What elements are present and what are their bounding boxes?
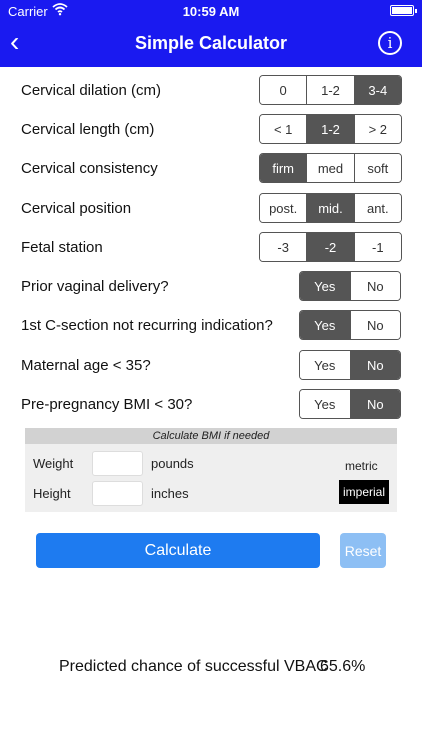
segment-option[interactable]: soft bbox=[353, 154, 401, 182]
bmi-header: Calculate BMI if needed bbox=[25, 428, 397, 444]
page-title: Simple Calculator bbox=[134, 33, 288, 53]
result-label: Predicted chance of successful VBAC bbox=[59, 658, 328, 675]
segment-option[interactable]: post. bbox=[260, 194, 307, 222]
segment-option[interactable]: med bbox=[306, 154, 354, 182]
field-label: Cervical length (cm) bbox=[21, 121, 155, 138]
field-row: Cervical dilation (cm) 0 1-2 3-4 bbox=[0, 75, 422, 105]
field-label: Cervical position bbox=[21, 200, 132, 217]
segment-option[interactable]: -1 bbox=[353, 233, 401, 261]
field-label: Cervical consistency bbox=[21, 160, 158, 177]
weight-label: Weight bbox=[33, 456, 74, 471]
clock-label: 10:59 AM bbox=[182, 4, 240, 19]
field-row: 1st C-section not recurring indication? Y… bbox=[0, 310, 422, 340]
segment-option[interactable]: 3-4 bbox=[353, 76, 401, 104]
segment-option[interactable]: No bbox=[349, 311, 400, 339]
segment-option[interactable]: Yes bbox=[300, 390, 350, 418]
reset-button[interactable]: Reset bbox=[340, 533, 386, 568]
segment-option[interactable]: No bbox=[349, 390, 400, 418]
battery-icon bbox=[390, 5, 417, 16]
segment-option[interactable]: -2 bbox=[306, 233, 354, 261]
field-label: Cervical dilation (cm) bbox=[21, 82, 162, 99]
field-row: Maternal age < 35? Yes No bbox=[0, 350, 422, 380]
field-row: Cervical consistency firm med soft bbox=[0, 153, 422, 183]
segment-option[interactable]: No bbox=[349, 351, 400, 379]
field-row: Cervical length (cm) < 1 1-2 > 2 bbox=[0, 114, 422, 144]
segmented-control: Yes No bbox=[299, 271, 401, 301]
field-row: Prior vaginal delivery? Yes No bbox=[0, 271, 422, 301]
segment-option[interactable]: 0 bbox=[260, 76, 307, 104]
field-label: Prior vaginal delivery? bbox=[21, 278, 169, 295]
weight-input[interactable] bbox=[92, 451, 143, 476]
segment-option[interactable]: -3 bbox=[260, 233, 307, 261]
segmented-control: 0 1-2 3-4 bbox=[259, 75, 402, 105]
navigation-bar: Carrier 10:59 AM ‹ Simple Calculator i bbox=[0, 0, 422, 67]
segmented-control: post. mid. ant. bbox=[259, 193, 402, 223]
result-value: 65.6% bbox=[320, 658, 366, 675]
segment-option[interactable]: No bbox=[349, 272, 400, 300]
imperial-toggle[interactable]: imperial bbox=[339, 480, 389, 504]
calculate-button[interactable]: Calculate bbox=[36, 533, 320, 568]
segment-option[interactable]: firm bbox=[260, 154, 307, 182]
segment-option[interactable]: Yes bbox=[300, 311, 350, 339]
segmented-control: Yes No bbox=[299, 389, 401, 419]
field-label: Pre-pregnancy BMI < 30? bbox=[21, 396, 193, 413]
field-label: Fetal station bbox=[21, 239, 103, 256]
segmented-control: Yes No bbox=[299, 310, 401, 340]
segmented-control: Yes No bbox=[299, 350, 401, 380]
weight-unit-label: pounds bbox=[151, 456, 194, 471]
field-row: Pre-pregnancy BMI < 30? Yes No bbox=[0, 389, 422, 419]
status-bar: Carrier 10:59 AM bbox=[0, 0, 422, 22]
segmented-control: < 1 1-2 > 2 bbox=[259, 114, 402, 144]
height-unit-label: inches bbox=[151, 486, 189, 501]
field-label: 1st C-section not recurring indication? bbox=[21, 317, 273, 334]
segment-option[interactable]: < 1 bbox=[260, 115, 307, 143]
metric-toggle[interactable]: metric bbox=[345, 459, 378, 473]
segment-option[interactable]: > 2 bbox=[353, 115, 401, 143]
result-row: Predicted chance of successful VBAC 65.6… bbox=[0, 658, 422, 678]
segment-option[interactable]: Yes bbox=[300, 272, 350, 300]
field-row: Cervical position post. mid. ant. bbox=[0, 193, 422, 223]
segmented-control: firm med soft bbox=[259, 153, 402, 183]
field-row: Fetal station -3 -2 -1 bbox=[0, 232, 422, 262]
segment-option[interactable]: 1-2 bbox=[306, 115, 354, 143]
field-label: Maternal age < 35? bbox=[21, 357, 151, 374]
bmi-calculator-panel: Calculate BMI if needed Weight pounds He… bbox=[25, 428, 397, 512]
segment-option[interactable]: Yes bbox=[300, 351, 350, 379]
info-icon[interactable]: i bbox=[378, 31, 402, 55]
segment-option[interactable]: 1-2 bbox=[306, 76, 354, 104]
height-input[interactable] bbox=[92, 481, 143, 506]
segmented-control: -3 -2 -1 bbox=[259, 232, 402, 262]
height-label: Height bbox=[33, 486, 71, 501]
segment-option[interactable]: ant. bbox=[353, 194, 401, 222]
segment-option[interactable]: mid. bbox=[306, 194, 354, 222]
